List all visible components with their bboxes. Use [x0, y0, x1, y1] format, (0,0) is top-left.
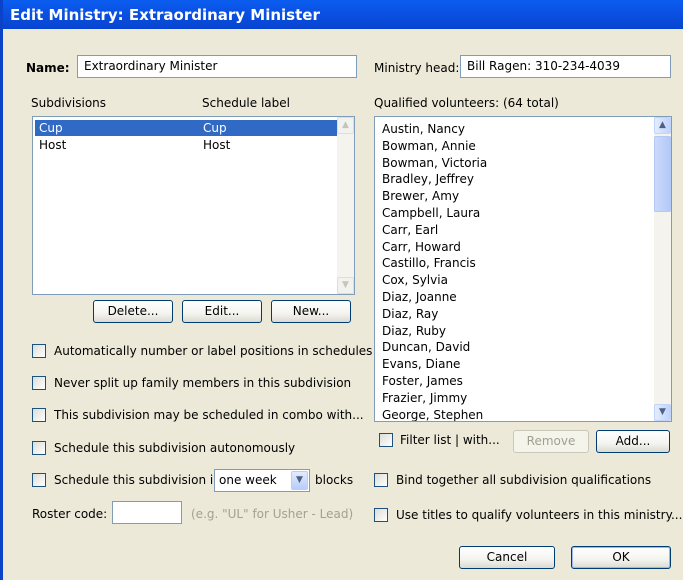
roster-code-hint: (e.g. "UL" for Usher - Lead) [191, 507, 354, 521]
volunteer-list-item[interactable]: Brewer, Amy [382, 188, 459, 204]
ministry-head-label: Ministry head: [374, 61, 460, 75]
volunteers-scrollbar[interactable]: ▲ ▼ [654, 117, 671, 421]
volunteer-list-item[interactable]: Foster, James [382, 373, 463, 389]
use-titles-label: Use titles to qualify volunteers in this… [396, 508, 683, 522]
scroll-down-icon[interactable]: ▼ [654, 404, 671, 421]
autonomous-checkbox[interactable] [32, 441, 46, 455]
volunteer-list-item[interactable]: Bradley, Jeffrey [382, 171, 474, 187]
subdivision-schedule-label: Cup [203, 121, 227, 135]
volunteer-list-item[interactable]: Duncan, David [382, 339, 470, 355]
volunteers-list[interactable]: Austin, Nancy Bowman, Annie Bowman, Victor… [374, 116, 672, 422]
subdivision-row-host[interactable]: Host Host [35, 137, 337, 153]
blocks-suffix-label: blocks [315, 473, 354, 487]
block-length-value: one week [219, 473, 277, 487]
roster-code-input[interactable] [112, 501, 182, 524]
volunteer-list-item[interactable]: Diaz, Joanne [382, 289, 457, 305]
schedule-label-header: Schedule label [202, 96, 290, 110]
volunteers-header: Qualified volunteers: (64 total) [374, 96, 559, 110]
combo-label: This subdivision may be scheduled in com… [54, 408, 364, 422]
blocks-checkbox[interactable] [32, 473, 46, 487]
window-title: Edit Ministry: Extraordinary Minister [3, 0, 683, 29]
bind-qualifications-label: Bind together all subdivision qualificat… [396, 473, 652, 487]
subdivisions-list[interactable]: Cup Cup Host Host ▲ ▼ [32, 116, 355, 295]
new-button[interactable]: New... [271, 300, 351, 323]
never-split-label: Never split up family members in this su… [54, 376, 352, 390]
volunteer-list-item[interactable]: Campbell, Laura [382, 205, 480, 221]
volunteer-list-item[interactable]: Bowman, Victoria [382, 155, 487, 171]
subdivision-schedule-label: Host [203, 138, 231, 152]
roster-code-label: Roster code: [32, 507, 108, 521]
subdivision-name: Cup [39, 121, 63, 135]
volunteer-list-item[interactable]: George, Stephen [382, 407, 483, 421]
volunteer-list-item[interactable]: Carr, Earl [382, 222, 438, 238]
edit-ministry-dialog: Edit Ministry: Extraordinary Minister Na… [0, 0, 683, 580]
filter-checkbox[interactable] [379, 433, 393, 447]
volunteer-list-item[interactable]: Diaz, Ruby [382, 323, 446, 339]
combo-checkbox[interactable] [32, 408, 46, 422]
name-input[interactable]: Extraordinary Minister [77, 55, 357, 78]
volunteer-list-item[interactable]: Diaz, Ray [382, 306, 438, 322]
auto-number-checkbox[interactable] [32, 344, 46, 358]
subdivisions-header: Subdivisions [31, 96, 107, 110]
volunteer-list-item[interactable]: Cox, Sylvia [382, 272, 448, 288]
bind-qualifications-checkbox[interactable] [374, 473, 388, 487]
add-button[interactable]: Add... [596, 430, 670, 453]
volunteer-list-item[interactable]: Evans, Diane [382, 356, 460, 372]
never-split-checkbox[interactable] [32, 376, 46, 390]
auto-number-label: Automatically number or label positions … [54, 344, 373, 358]
use-titles-checkbox[interactable] [374, 508, 388, 522]
edit-button[interactable]: Edit... [182, 300, 262, 323]
scroll-up-icon[interactable]: ▲ [654, 117, 671, 134]
volunteer-list-item[interactable]: Bowman, Annie [382, 138, 476, 154]
cancel-button[interactable]: Cancel [459, 546, 555, 569]
name-label: Name: [26, 61, 70, 75]
blocks-label: Schedule this subdivision in [54, 473, 221, 487]
volunteer-list-item[interactable]: Austin, Nancy [382, 121, 465, 137]
autonomous-label: Schedule this subdivision autonomously [54, 441, 296, 455]
volunteer-list-item[interactable]: Castillo, Francis [382, 255, 476, 271]
block-length-select[interactable]: one week ▼ [214, 469, 310, 492]
filter-label: Filter list | with... [400, 433, 500, 447]
volunteer-list-item[interactable]: Frazier, Jimmy [382, 390, 467, 406]
subdivision-row-cup[interactable]: Cup Cup [35, 120, 337, 136]
ministry-head-input[interactable]: Bill Ragen: 310-234-4039 [460, 55, 671, 78]
ok-button[interactable]: OK [571, 546, 671, 569]
scroll-thumb[interactable] [654, 136, 671, 212]
subdivisions-scrollbar[interactable]: ▲ ▼ [337, 117, 354, 294]
scroll-down-icon[interactable]: ▼ [337, 277, 354, 294]
delete-button[interactable]: Delete... [93, 300, 173, 323]
subdivision-name: Host [39, 138, 67, 152]
chevron-down-icon[interactable]: ▼ [291, 471, 308, 490]
scroll-up-icon[interactable]: ▲ [337, 117, 354, 134]
volunteer-list-item[interactable]: Carr, Howard [382, 239, 461, 255]
remove-button[interactable]: Remove [513, 430, 589, 453]
